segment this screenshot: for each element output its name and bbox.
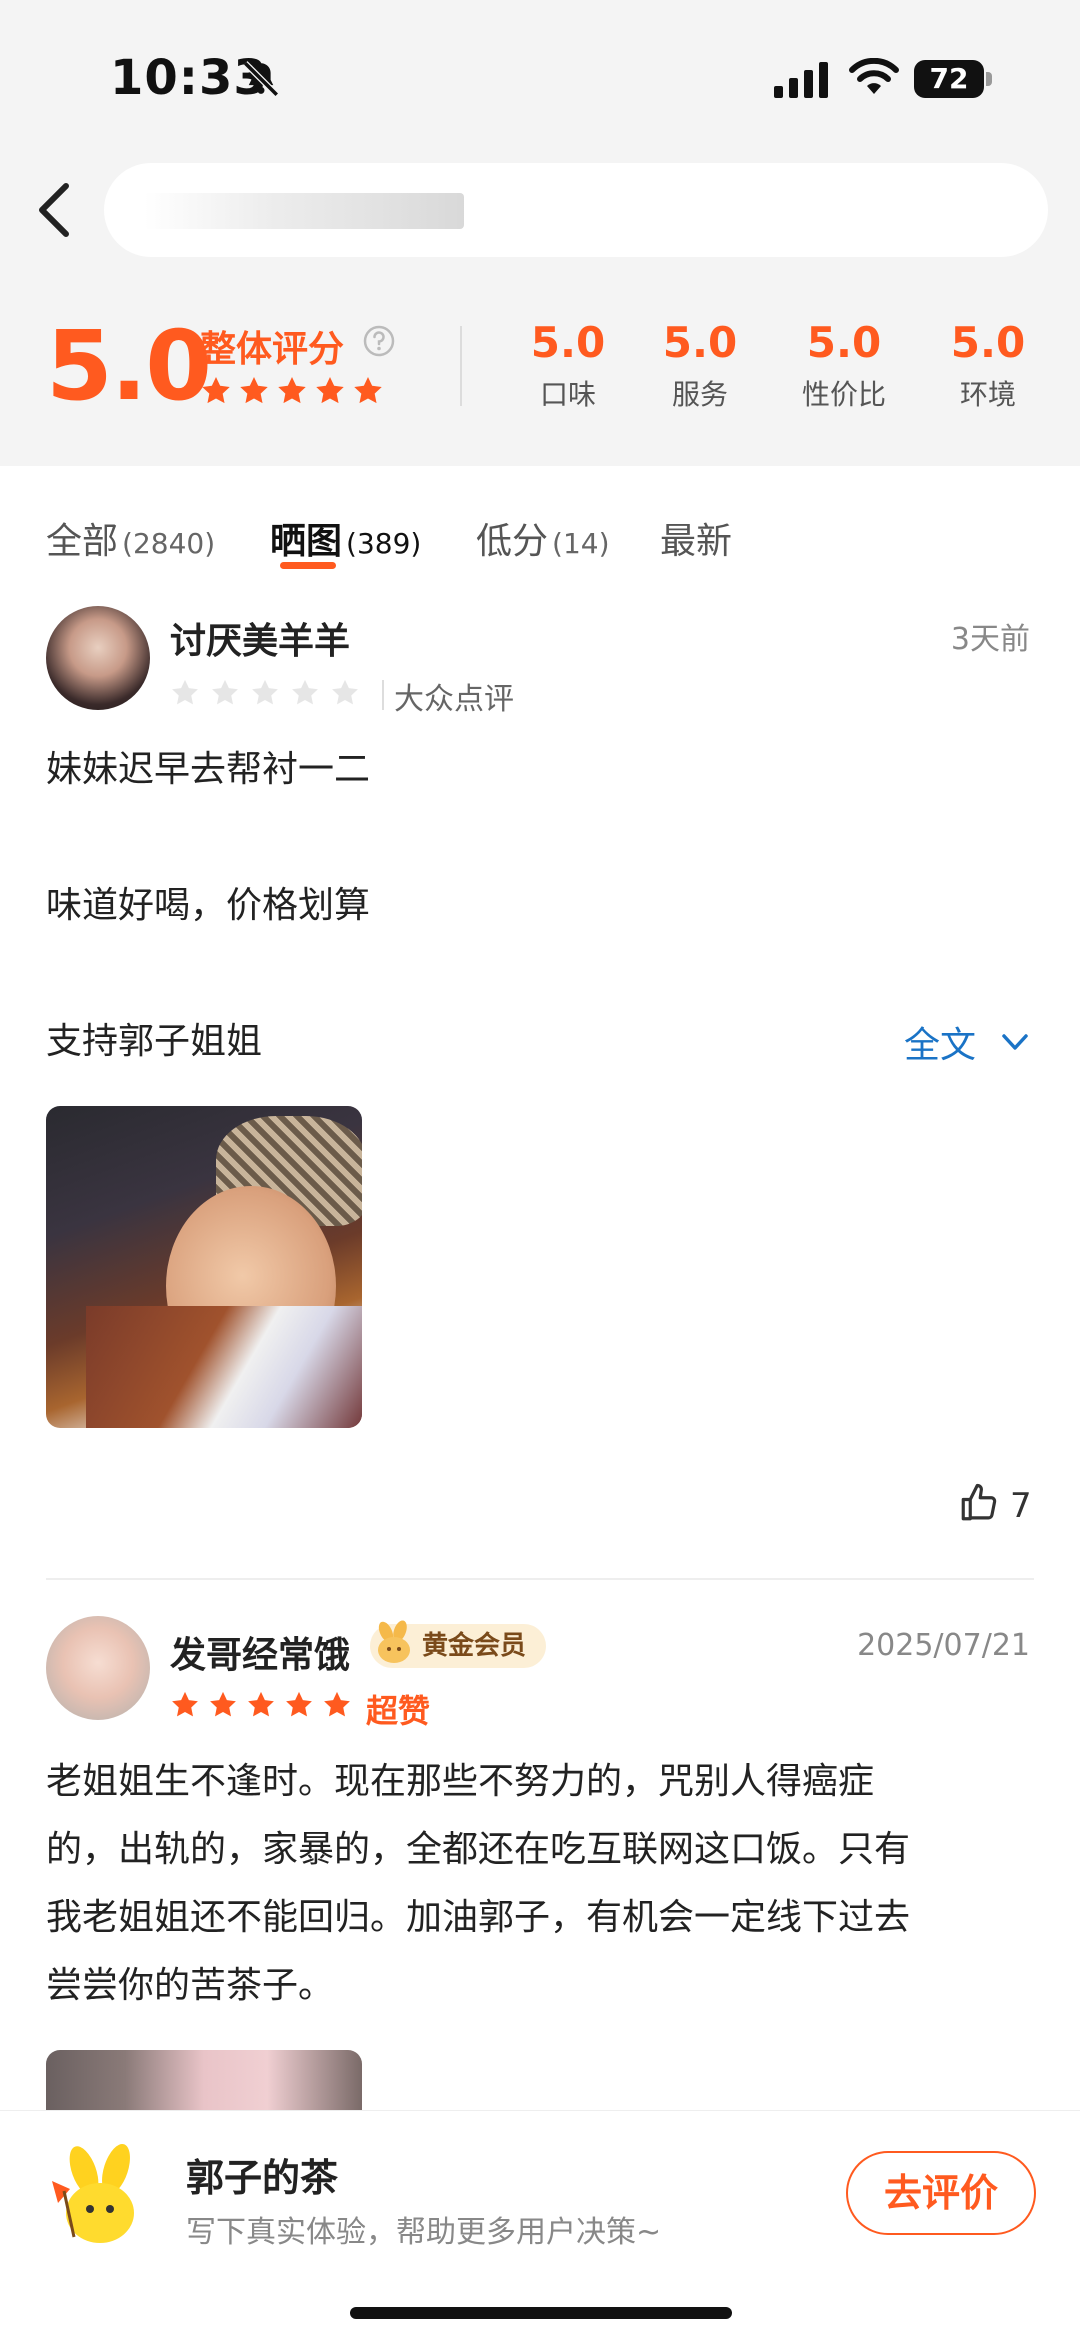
- star-icon: [172, 1691, 198, 1717]
- tab-photos[interactable]: 晒图 (389): [270, 512, 421, 564]
- score-environment: 5.0 环境: [928, 318, 1048, 413]
- score-value: 5.0: [950, 318, 1026, 367]
- blurred-shop-title: [144, 193, 464, 229]
- star-icon: [172, 679, 198, 705]
- review-text-line: 尝尝你的苦茶子。: [46, 1965, 335, 2006]
- like-count: 7: [1010, 1486, 1032, 1526]
- review-hint: 写下真实体验，帮助更多用户决策~: [186, 2215, 662, 2250]
- review-divider: [46, 1578, 1034, 1580]
- expand-fulltext-link[interactable]: 全文: [904, 1016, 976, 1068]
- avatar[interactable]: [46, 606, 150, 710]
- star-icon: [210, 1691, 236, 1717]
- review-text-line: 我老姐姐还不能回归。加油郭子，有机会一定线下过去: [46, 1897, 911, 1938]
- battery-indicator: 72: [914, 60, 984, 98]
- tab-label: 低分: [476, 521, 549, 562]
- wifi-icon: [849, 58, 899, 94]
- home-indicator[interactable]: [350, 2307, 732, 2319]
- star-icon: [292, 679, 318, 705]
- overall-score: 5.0: [46, 310, 212, 422]
- review-username[interactable]: 发哥经常饿: [170, 1626, 350, 1678]
- overall-stars: [200, 375, 384, 407]
- tab-count: (389): [346, 527, 422, 560]
- review-photo[interactable]: [46, 1106, 362, 1428]
- shop-name: 郭子的茶: [186, 2156, 339, 2200]
- star-icon: [248, 1691, 274, 1717]
- review-time: 3天前: [950, 622, 1030, 657]
- review-text-line: 老姐姐生不逢时。现在那些不努力的，咒别人得癌症: [46, 1761, 875, 1802]
- review-text-line: 味道好喝，价格划算: [46, 885, 371, 926]
- signal-icon: [774, 62, 828, 98]
- star-icon: [278, 377, 306, 404]
- star-icon: [286, 1691, 312, 1717]
- tab-count: (2840): [122, 527, 216, 560]
- star-icon: [252, 679, 278, 705]
- tab-count: (14): [552, 527, 610, 560]
- help-icon[interactable]: [362, 324, 396, 358]
- score-value: 5.0: [530, 318, 606, 367]
- tab-low-score[interactable]: 低分 (14): [476, 512, 610, 564]
- back-arrow-icon[interactable]: [34, 180, 74, 240]
- rabbit-badge-icon: [378, 1620, 410, 1663]
- chevron-down-icon[interactable]: [1000, 1030, 1030, 1054]
- avatar[interactable]: [46, 1616, 150, 1720]
- score-value: 5.0: [662, 318, 738, 367]
- praise-label: 超赞: [366, 1692, 431, 1730]
- review-text-line: 妹妹迟早去帮衬一二: [46, 749, 371, 790]
- tab-label: 晒图: [270, 521, 343, 562]
- rating-stars: [170, 1690, 352, 1720]
- tab-latest[interactable]: 最新: [660, 512, 732, 564]
- star-icon: [324, 1691, 350, 1717]
- active-tab-indicator: [280, 562, 336, 569]
- photo-detail: [86, 1306, 362, 1428]
- bell-muted-icon: [243, 61, 279, 97]
- score-label: 环境: [959, 378, 1016, 411]
- search-bar[interactable]: [104, 163, 1048, 257]
- thumbs-up-icon[interactable]: [958, 1482, 1000, 1524]
- score-label: 服务: [671, 378, 728, 411]
- review-time: 2025/07/21: [857, 1628, 1030, 1663]
- mascot-logo-icon: [52, 2143, 134, 2243]
- review-text-line: 的，出轨的，家暴的，全都还在吃互联网这口饭。只有: [46, 1829, 911, 1870]
- score-label: 性价比: [801, 378, 886, 411]
- star-icon: [332, 679, 358, 705]
- score-taste: 5.0 口味: [508, 318, 628, 413]
- star-icon: [316, 377, 344, 404]
- empty-stars: [170, 678, 360, 708]
- tab-label: 全部: [46, 521, 119, 562]
- rating-divider: [460, 326, 462, 406]
- overall-label: 整体评分: [200, 329, 345, 370]
- tab-label: 最新: [660, 521, 733, 562]
- score-value-for-money: 5.0 性价比: [784, 318, 904, 413]
- source-divider: [382, 680, 384, 710]
- star-icon: [240, 377, 268, 404]
- review-text-line: 支持郭子姐姐: [46, 1021, 263, 1062]
- star-icon: [354, 377, 382, 404]
- write-review-button[interactable]: 去评价: [846, 2151, 1036, 2235]
- tab-all[interactable]: 全部 (2840): [46, 512, 215, 564]
- review-source: 大众点评: [394, 682, 514, 717]
- score-value: 5.0: [806, 318, 882, 367]
- battery-tip: [986, 72, 992, 86]
- review-photo[interactable]: [46, 2050, 362, 2110]
- score-service: 5.0 服务: [640, 318, 760, 413]
- review-username[interactable]: 讨厌美羊羊: [170, 612, 350, 664]
- star-icon: [202, 377, 230, 404]
- star-icon: [212, 679, 238, 705]
- score-label: 口味: [539, 378, 596, 411]
